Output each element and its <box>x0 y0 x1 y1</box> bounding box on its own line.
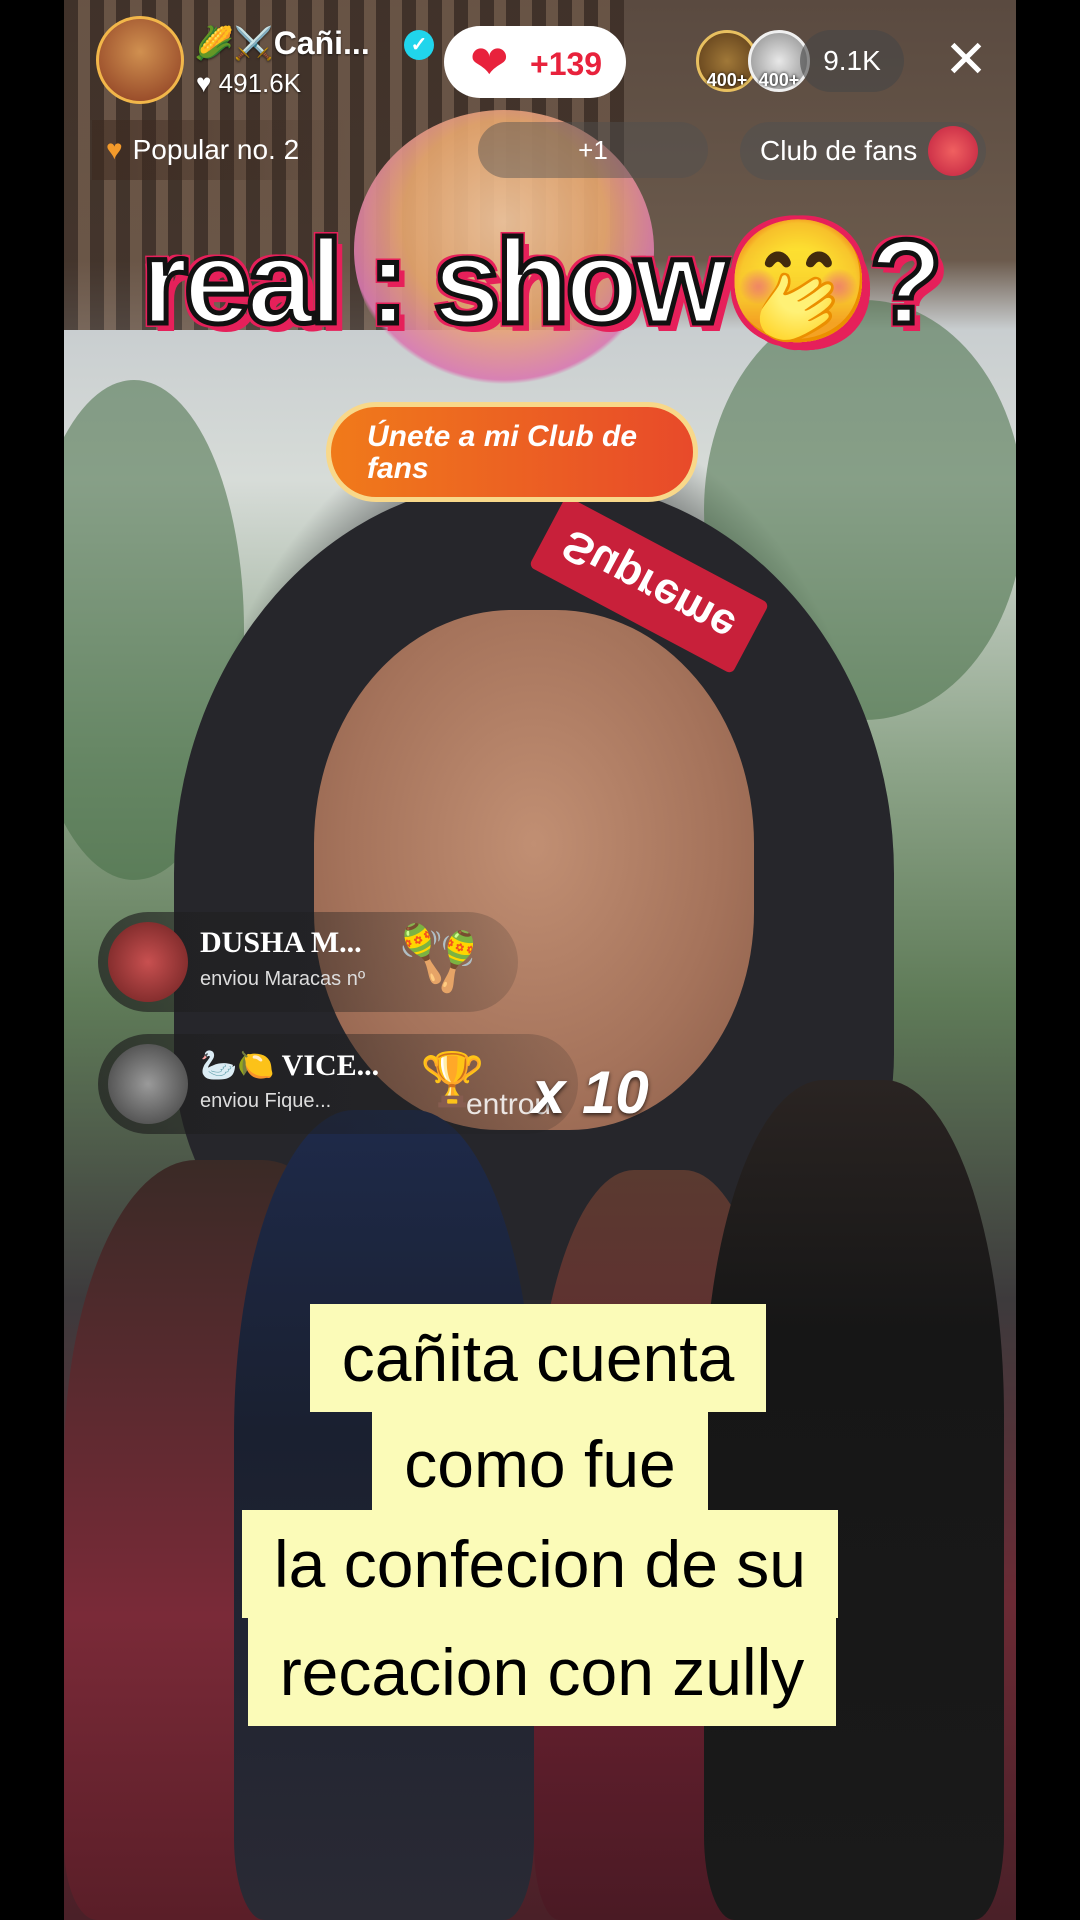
close-icon[interactable]: ✕ <box>940 34 992 86</box>
maracas-icon: 🪇 <box>398 922 478 994</box>
viewer-count[interactable]: 9.1K <box>800 30 904 92</box>
caption-line: como fue <box>0 1410 1080 1518</box>
caption-line: la confecion de su <box>0 1510 1080 1618</box>
caption-line: cañita cuenta <box>0 1304 1080 1412</box>
host-name[interactable]: 🌽⚔️Cañi... <box>194 24 370 62</box>
caption-text: la confecion de su <box>241 1510 839 1618</box>
host-avatar[interactable] <box>96 16 184 104</box>
caption-text: cañita cuenta <box>309 1304 767 1412</box>
viewer-rank: 400+ <box>758 70 800 90</box>
fire-heart-icon: ♥ <box>106 134 123 165</box>
like-count: +139 <box>530 46 603 82</box>
join-fan-club-button[interactable]: Únete a mi Club de fans <box>326 402 698 502</box>
verified-icon: ✓ <box>404 30 434 60</box>
popular-label: Popular no. 2 <box>132 134 300 165</box>
host-info[interactable]: 🌽⚔️Cañi... ✓ ♥ 491.6K <box>96 16 436 104</box>
stream-title-overlay: real : show🤭? <box>139 215 946 349</box>
gifter-avatar[interactable] <box>108 1044 188 1124</box>
caption-line: recacion con zully <box>4 1618 1080 1726</box>
plus-one-badge[interactable]: +1 <box>478 122 708 178</box>
fan-club-button[interactable]: Club de fans <box>740 122 986 180</box>
heart-icon: ❤ <box>470 36 509 88</box>
host-likes: ♥ 491.6K <box>196 68 302 98</box>
caption-text: recacion con zully <box>247 1618 837 1726</box>
gift-action: enviou Maracas nº <box>200 968 366 990</box>
popular-ranking[interactable]: ♥ Popular no. 2 <box>92 120 356 180</box>
gifter-avatar[interactable] <box>108 922 188 1002</box>
gifter-name: DUSHA M... <box>200 926 362 959</box>
caption-text: como fue <box>372 1410 708 1518</box>
like-button[interactable]: ❤ +139 <box>444 26 626 98</box>
gifter-name: 🦢🍋 VICE... <box>200 1049 380 1082</box>
gift-action: enviou Fique... <box>200 1090 332 1112</box>
gift-combo: x 10 <box>532 1059 649 1126</box>
gift-notification[interactable]: DUSHA M... enviou Maracas nº 🪇 <box>98 912 518 1012</box>
fan-club-icon <box>928 126 978 176</box>
host-likes-count: 491.6K <box>218 68 302 98</box>
viewer-rank: 400+ <box>706 70 748 90</box>
fan-club-label: Club de fans <box>760 135 918 166</box>
